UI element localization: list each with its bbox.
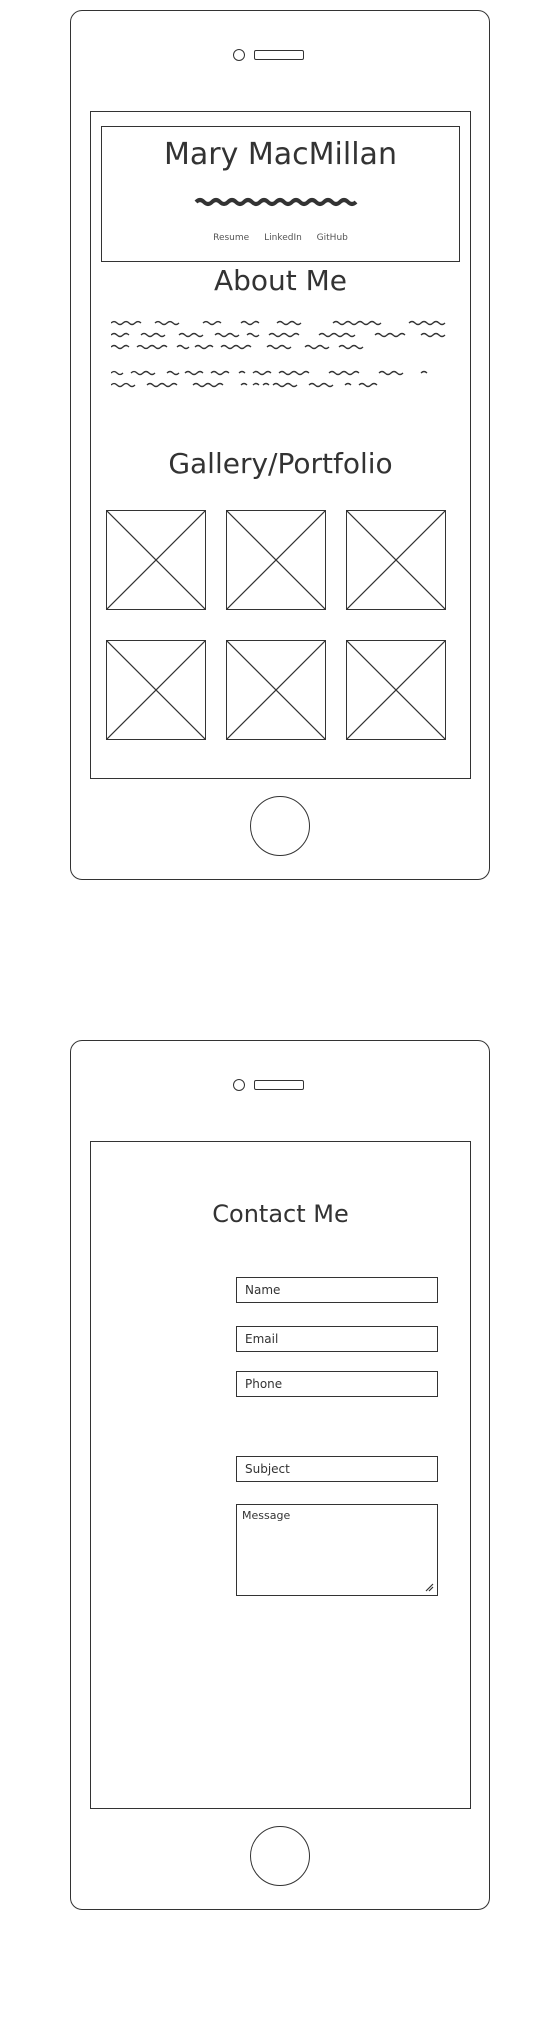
gallery-item[interactable] bbox=[106, 510, 206, 610]
image-placeholder-icon bbox=[227, 641, 325, 739]
message-field[interactable] bbox=[236, 1504, 438, 1596]
speaker-icon bbox=[254, 1080, 304, 1090]
about-title: About Me bbox=[213, 264, 348, 297]
subject-field[interactable] bbox=[236, 1456, 438, 1482]
gallery-title: Gallery/Portfolio bbox=[168, 447, 393, 480]
image-placeholder-icon bbox=[347, 641, 445, 739]
subtitle-scribble bbox=[194, 198, 358, 206]
image-placeholder-icon bbox=[227, 511, 325, 609]
about-text-scribble bbox=[111, 320, 446, 388]
home-button-icon[interactable] bbox=[250, 1826, 310, 1886]
contact-title: Contact Me bbox=[212, 1200, 349, 1228]
home-button-icon[interactable] bbox=[250, 796, 310, 856]
resize-handle-icon[interactable] bbox=[424, 1582, 434, 1592]
email-field[interactable] bbox=[236, 1326, 438, 1352]
gallery-item[interactable] bbox=[346, 510, 446, 610]
page-title: Mary MacMillan bbox=[164, 137, 397, 172]
name-field[interactable] bbox=[236, 1277, 438, 1303]
header-nav: Resume LinkedIn GitHub bbox=[102, 233, 459, 243]
speaker-icon bbox=[254, 50, 304, 60]
phone-mockup-contact: Contact Me bbox=[70, 1040, 490, 1910]
image-placeholder-icon bbox=[107, 641, 205, 739]
gallery-item[interactable] bbox=[226, 640, 326, 740]
nav-linkedin-link[interactable]: LinkedIn bbox=[264, 233, 302, 243]
image-placeholder-icon bbox=[347, 511, 445, 609]
camera-icon bbox=[233, 1079, 245, 1091]
phone-mockup-portfolio: Mary MacMillan Resume LinkedIn GitHub Ab… bbox=[70, 10, 490, 880]
gallery-item[interactable] bbox=[346, 640, 446, 740]
gallery-item[interactable] bbox=[226, 510, 326, 610]
gallery-item[interactable] bbox=[106, 640, 206, 740]
image-placeholder-icon bbox=[107, 511, 205, 609]
nav-resume-link[interactable]: Resume bbox=[213, 233, 249, 243]
phone-screen-portfolio: Mary MacMillan Resume LinkedIn GitHub Ab… bbox=[90, 111, 471, 779]
nav-github-link[interactable]: GitHub bbox=[317, 233, 348, 243]
phone-field[interactable] bbox=[236, 1371, 438, 1397]
header-box: Mary MacMillan Resume LinkedIn GitHub bbox=[101, 126, 460, 262]
camera-icon bbox=[233, 49, 245, 61]
